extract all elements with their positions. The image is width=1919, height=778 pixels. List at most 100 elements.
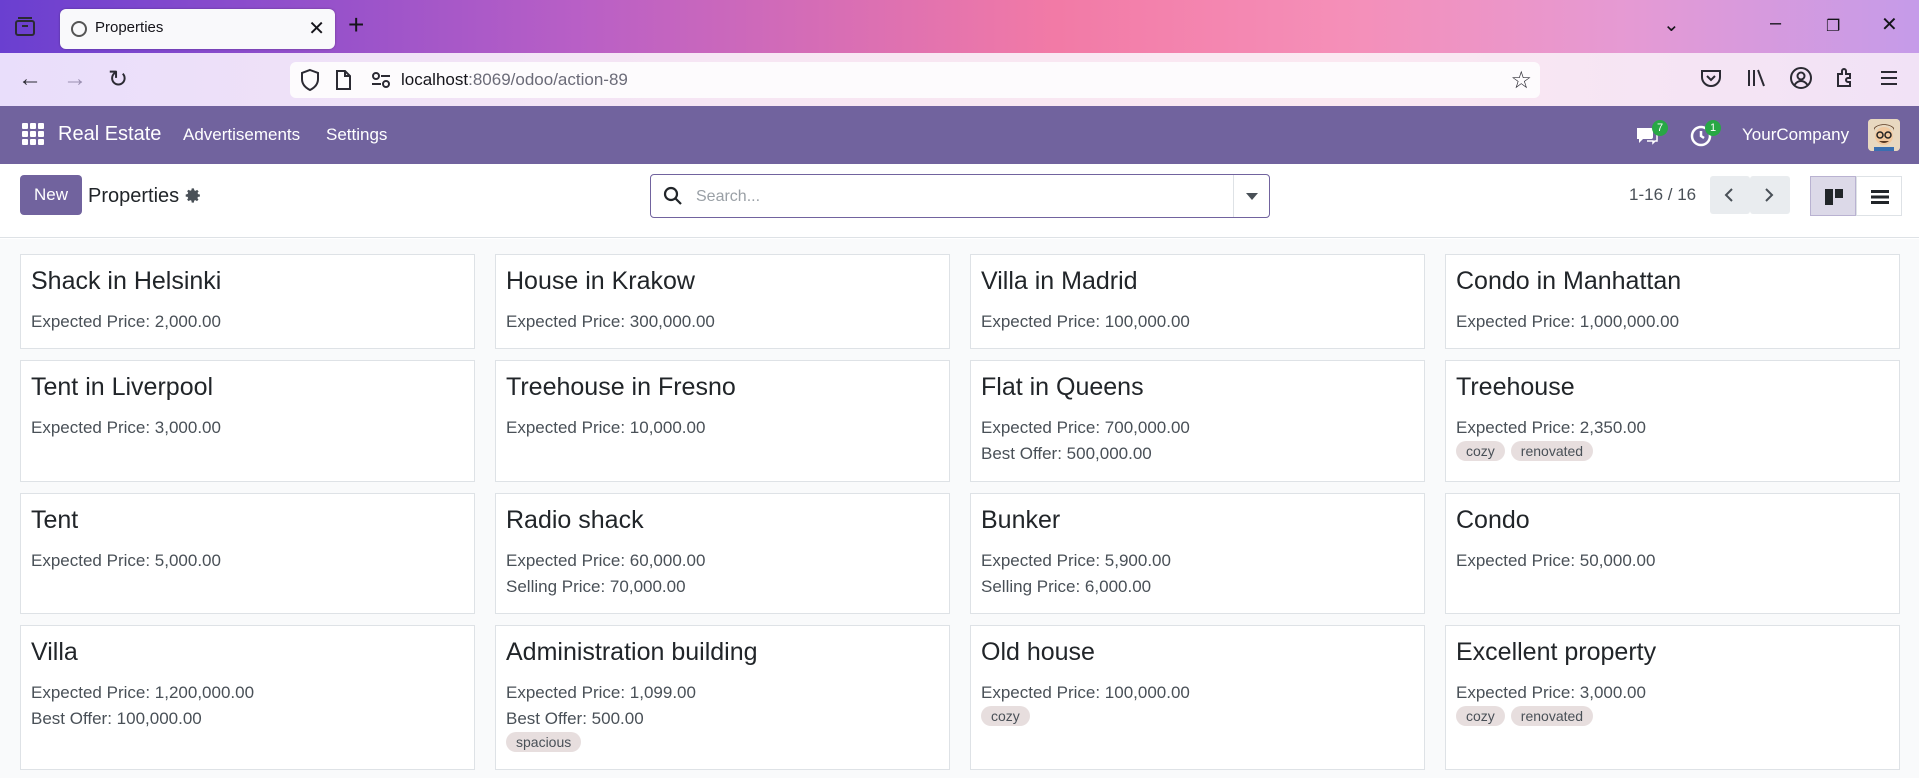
expected-price: Expected Price: 100,000.00 xyxy=(981,312,1190,331)
best-offer: Best Offer: 500.00 xyxy=(506,709,644,728)
pager-next-button[interactable] xyxy=(1750,176,1790,214)
property-card[interactable]: Shack in Helsinki Expected Price: 2,000.… xyxy=(20,254,475,349)
collections-icon[interactable] xyxy=(12,15,38,39)
tab-list-chevron-icon[interactable]: ⌄ xyxy=(1663,12,1680,37)
property-card[interactable]: Villa Expected Price: 1,200,000.00 Best … xyxy=(20,625,475,770)
best-offer: Best Offer: 100,000.00 xyxy=(31,709,202,728)
hamburger-menu-icon[interactable] xyxy=(1877,66,1901,90)
expected-price: Expected Price: 5,900.00 xyxy=(981,551,1171,570)
apps-menu-icon[interactable] xyxy=(22,123,44,145)
back-icon[interactable]: ← xyxy=(18,65,42,93)
property-card[interactable]: Villa in Madrid Expected Price: 100,000.… xyxy=(970,254,1425,349)
forward-icon[interactable]: → xyxy=(63,65,87,93)
selling-price: Selling Price: 70,000.00 xyxy=(506,577,686,596)
best-offer: Best Offer: 500,000.00 xyxy=(981,444,1152,463)
account-icon[interactable] xyxy=(1789,66,1813,90)
tab-favicon-icon xyxy=(71,21,87,37)
address-bar[interactable]: localhost:8069/odoo/action-89 ☆ xyxy=(290,62,1540,98)
kanban-view: Shack in Helsinki Expected Price: 2,000.… xyxy=(0,239,1919,778)
search-box xyxy=(650,174,1270,218)
pager-previous-button[interactable] xyxy=(1710,176,1750,214)
property-card[interactable]: Treehouse Expected Price: 2,350.00 cozy … xyxy=(1445,360,1900,482)
tag-renovated: renovated xyxy=(1510,441,1594,461)
property-name: Treehouse xyxy=(1456,373,1575,401)
property-card[interactable]: Excellent property Expected Price: 3,000… xyxy=(1445,625,1900,770)
kanban-view-button[interactable] xyxy=(1810,176,1856,216)
tag-list: spacious xyxy=(506,732,582,752)
expected-price: Expected Price: 1,099.00 xyxy=(506,683,696,702)
odoo-main-navbar: Real Estate Advertisements Settings 7 1 … xyxy=(0,106,1919,164)
property-name: Administration building xyxy=(506,638,758,666)
permissions-icon[interactable] xyxy=(370,70,392,90)
reload-icon[interactable]: ↻ xyxy=(108,65,128,94)
property-name: Radio shack xyxy=(506,506,644,534)
expected-price: Expected Price: 3,000.00 xyxy=(31,418,221,437)
expected-price: Expected Price: 60,000.00 xyxy=(506,551,706,570)
expected-price: Expected Price: 3,000.00 xyxy=(1456,683,1646,702)
close-window-icon[interactable]: ✕ xyxy=(1881,12,1898,37)
tag-cozy: cozy xyxy=(1456,441,1505,461)
property-name: Bunker xyxy=(981,506,1061,534)
property-name: House in Krakow xyxy=(506,267,695,295)
property-name: Condo xyxy=(1456,506,1530,534)
tag-list: cozy renovated xyxy=(1456,706,1594,726)
property-name: Villa xyxy=(31,638,78,666)
property-card[interactable]: Tent in Liverpool Expected Price: 3,000.… xyxy=(20,360,475,482)
caret-down-icon xyxy=(1246,193,1258,200)
property-card[interactable]: Condo in Manhattan Expected Price: 1,000… xyxy=(1445,254,1900,349)
property-name: Treehouse in Fresno xyxy=(506,373,736,401)
property-card[interactable]: Radio shack Expected Price: 60,000.00 Se… xyxy=(495,493,950,614)
property-card[interactable]: Administration building Expected Price: … xyxy=(495,625,950,770)
gear-icon[interactable] xyxy=(185,187,202,204)
app-brand[interactable]: Real Estate xyxy=(58,123,161,146)
chevron-right-icon xyxy=(1765,188,1774,202)
tag-cozy: cozy xyxy=(981,706,1030,726)
company-switcher[interactable]: YourCompany xyxy=(1742,125,1849,145)
library-icon[interactable] xyxy=(1745,66,1769,90)
property-name: Excellent property xyxy=(1456,638,1657,666)
restore-icon[interactable]: ❐ xyxy=(1826,16,1840,36)
property-card[interactable]: Old house Expected Price: 100,000.00 coz… xyxy=(970,625,1425,770)
kanban-view-icon xyxy=(1825,189,1843,205)
property-card[interactable]: Bunker Expected Price: 5,900.00 Selling … xyxy=(970,493,1425,614)
expected-price: Expected Price: 1,200,000.00 xyxy=(31,683,255,702)
property-card[interactable]: Condo Expected Price: 50,000.00 xyxy=(1445,493,1900,614)
expected-price: Expected Price: 100,000.00 xyxy=(981,683,1190,702)
property-name: Flat in Queens xyxy=(981,373,1144,401)
expected-price: Expected Price: 50,000.00 xyxy=(1456,551,1656,570)
bookmark-star-icon[interactable]: ☆ xyxy=(1510,66,1532,95)
page-icon[interactable] xyxy=(334,69,352,91)
extensions-icon[interactable] xyxy=(1833,66,1857,90)
user-avatar[interactable] xyxy=(1868,119,1900,151)
property-name: Old house xyxy=(981,638,1095,666)
minimize-icon[interactable]: – xyxy=(1770,12,1781,35)
property-card[interactable]: Flat in Queens Expected Price: 700,000.0… xyxy=(970,360,1425,482)
pocket-icon[interactable] xyxy=(1699,66,1723,90)
tag-renovated: renovated xyxy=(1510,706,1594,726)
menu-settings[interactable]: Settings xyxy=(326,125,387,145)
expected-price: Expected Price: 700,000.00 xyxy=(981,418,1190,437)
search-input[interactable] xyxy=(696,185,1196,209)
expected-price: Expected Price: 300,000.00 xyxy=(506,312,715,331)
menu-advertisements[interactable]: Advertisements xyxy=(183,125,300,145)
url-text[interactable]: localhost:8069/odoo/action-89 xyxy=(401,70,628,90)
property-card[interactable]: Tent Expected Price: 5,000.00 xyxy=(20,493,475,614)
control-panel: New Properties 1-16 / 16 xyxy=(0,164,1919,238)
search-options-toggle[interactable] xyxy=(1233,175,1269,217)
browser-tab-bar: Properties ✕ + ⌄ – ❐ ✕ xyxy=(0,0,1919,53)
new-button[interactable]: New xyxy=(20,175,82,215)
browser-tab[interactable]: Properties ✕ xyxy=(60,9,335,49)
tag-list: cozy xyxy=(981,706,1030,726)
expected-price: Expected Price: 2,000.00 xyxy=(31,312,221,331)
tag-list: cozy renovated xyxy=(1456,441,1594,461)
property-card[interactable]: House in Krakow Expected Price: 300,000.… xyxy=(495,254,950,349)
pager-value[interactable]: 1-16 / 16 xyxy=(1629,185,1696,205)
close-tab-icon[interactable]: ✕ xyxy=(308,16,325,41)
property-name: Tent xyxy=(31,506,79,534)
list-view-icon xyxy=(1871,190,1889,204)
shield-icon[interactable] xyxy=(300,68,320,92)
new-tab-icon[interactable]: + xyxy=(348,9,364,41)
property-card[interactable]: Treehouse in Fresno Expected Price: 10,0… xyxy=(495,360,950,482)
search-icon xyxy=(663,186,682,205)
list-view-button[interactable] xyxy=(1856,176,1902,216)
